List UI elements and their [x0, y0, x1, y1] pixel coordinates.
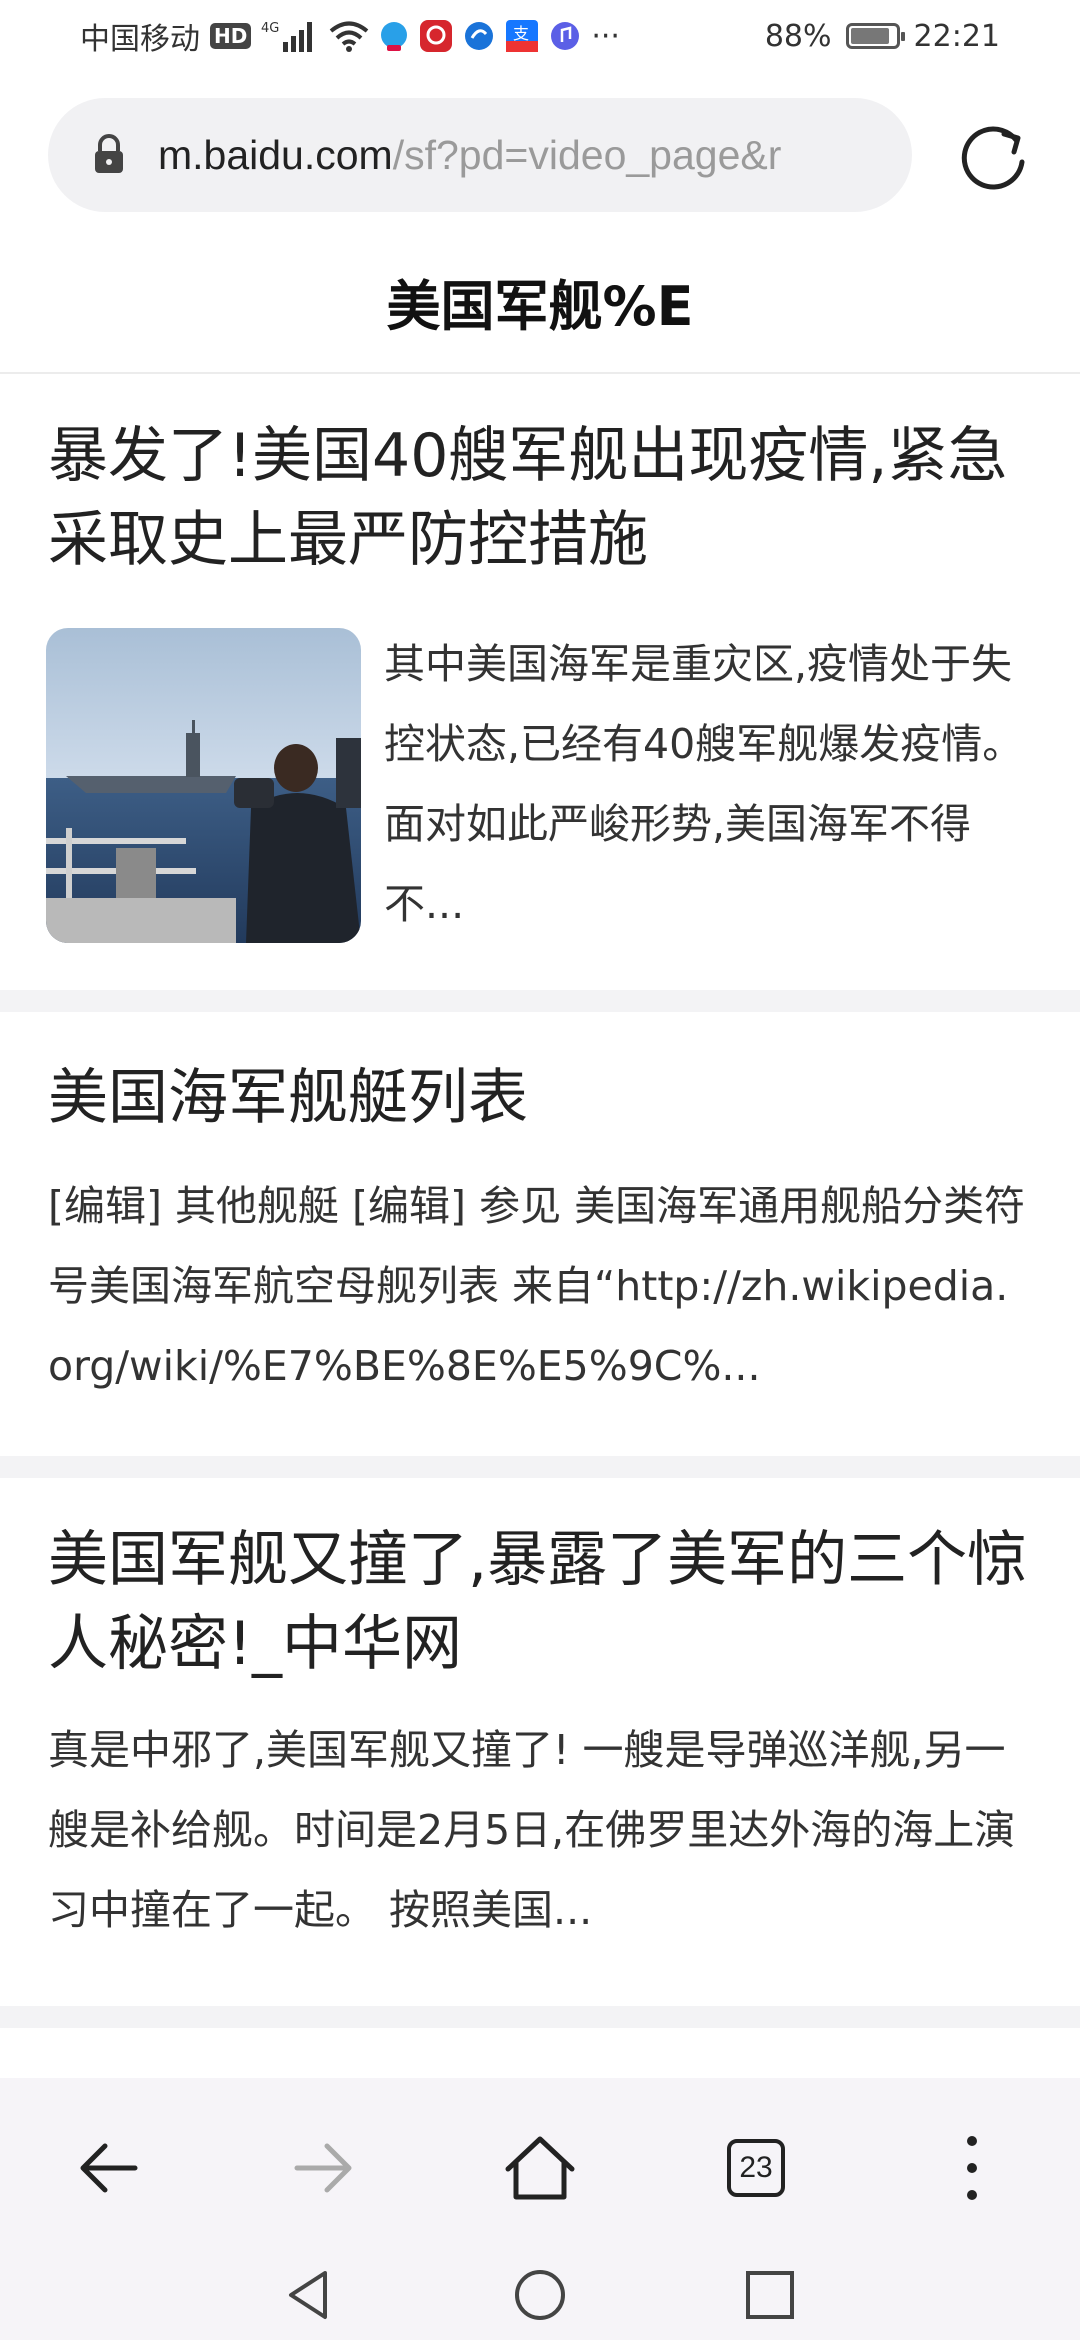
status-left: 中国移动 HD 4G 支 ··· — [80, 14, 620, 58]
url-field[interactable]: m.baidu.com/sf?pd=video_page&r — [48, 98, 912, 212]
result-card-3[interactable]: 美国军舰又撞了,暴露了美军的三个惊人秘密!_中华网 真是中邪了,美国军舰又撞了!… — [0, 1478, 1080, 2006]
page-title: 美国军舰%E — [386, 275, 694, 338]
blue-app-icon — [463, 20, 495, 52]
battery-icon — [845, 23, 905, 49]
clock: 22:21 — [913, 18, 1000, 54]
music-app-icon — [549, 20, 581, 52]
result-title[interactable]: 暴发了!美国40艘军舰出现疫情,紧急采取史上最严防控措施 — [48, 414, 1038, 582]
battery-level — [850, 28, 890, 44]
back-arrow-icon — [80, 2143, 138, 2193]
more-vertical-icon — [967, 2136, 977, 2200]
browser-toolbar: 23 — [0, 2078, 1080, 2340]
hd-badge: HD — [210, 23, 252, 49]
home-icon — [505, 2136, 575, 2200]
square-recents-icon — [746, 2271, 794, 2319]
tab-count-icon: 23 — [727, 2139, 785, 2197]
section-separator — [0, 1456, 1080, 1478]
svg-text:支: 支 — [513, 24, 529, 43]
battery-percent: 88% — [764, 18, 832, 54]
signal-icon: 4G — [261, 18, 319, 54]
triangle-back-icon — [289, 2271, 327, 2319]
system-recents-button[interactable] — [735, 2260, 805, 2330]
result-thumbnail[interactable] — [46, 628, 361, 943]
reload-icon — [961, 126, 1025, 190]
more-notifications: ··· — [591, 18, 620, 54]
section-separator — [0, 990, 1080, 1012]
status-right: 88% 22:21 — [765, 14, 1000, 58]
carrier-label: 中国移动 — [80, 22, 200, 57]
url-text: m.baidu.com/sf?pd=video_page&r — [158, 132, 781, 179]
back-button[interactable] — [58, 2118, 158, 2218]
result-snippet: [编辑] 其他舰艇 [编辑] 参见 美国海军通用舰船分类符号美国海军航空母舰列表… — [48, 1182, 1026, 1390]
url-domain: m.baidu.com — [158, 131, 393, 178]
aircraft-carrier-photo — [46, 628, 361, 943]
svg-text:4G: 4G — [261, 21, 279, 36]
lock-icon — [92, 133, 132, 177]
result-snippet: 其中美国海军是重灾区,疫情处于失控状态,已经有40艘军舰爆发疫情。面对如此严峻形… — [384, 640, 1024, 928]
section-separator — [0, 2006, 1080, 2028]
forward-button[interactable] — [274, 2118, 374, 2218]
result-title[interactable]: 美国军舰又撞了,暴露了美军的三个惊人秘密!_中华网 — [48, 1518, 1038, 1686]
address-bar: m.baidu.com/sf?pd=video_page&r — [0, 92, 1080, 218]
status-bar: 中国移动 HD 4G 支 ··· 88% 22:21 — [0, 0, 1080, 72]
result-snippet: 真是中邪了,美国军舰又撞了! 一艘是导弹巡洋舰,另一艘是补给舰。时间是2月5日,… — [48, 1726, 1016, 1934]
result-card-2[interactable]: 美国海军舰艇列表 [编辑] 其他舰艇 [编辑] 参见 美国海军通用舰船分类符号美… — [0, 1012, 1080, 1456]
system-back-button[interactable] — [274, 2260, 344, 2330]
forward-arrow-icon — [294, 2143, 352, 2193]
tabs-button[interactable]: 23 — [706, 2118, 806, 2218]
wifi-icon — [329, 20, 369, 52]
menu-button[interactable] — [922, 2118, 1022, 2218]
red-app-icon — [419, 19, 453, 53]
result-title[interactable]: 美国海军舰艇列表 — [48, 1056, 1038, 1140]
alipay-app-icon: 支 — [505, 19, 539, 53]
home-button[interactable] — [490, 2118, 590, 2218]
circle-home-icon — [515, 2270, 565, 2320]
system-home-button[interactable] — [505, 2260, 575, 2330]
url-path: /sf?pd=video_page&r — [392, 131, 782, 178]
weibo-style-app-icon — [379, 20, 409, 52]
reload-button[interactable] — [956, 118, 1032, 194]
